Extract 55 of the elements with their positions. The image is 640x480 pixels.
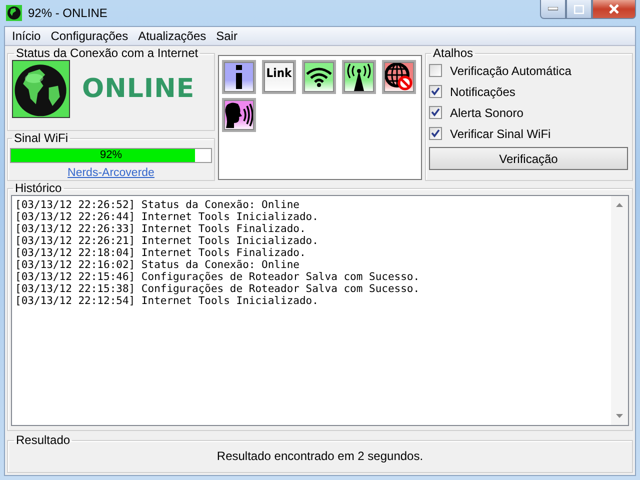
scroll-down-icon <box>616 414 623 418</box>
wifi-icon <box>306 67 332 87</box>
scroll-up-icon <box>616 203 623 207</box>
checkbox[interactable] <box>429 106 442 119</box>
tool-button[interactable] <box>222 98 256 132</box>
menu-item[interactable]: Sair <box>211 29 242 43</box>
checkbox-label: Verificação Automática <box>450 64 572 78</box>
menu-item[interactable]: Atualizações <box>133 29 212 43</box>
result-text: Resultado encontrado em 2 segundos. <box>216 449 424 463</box>
maximize-button[interactable] <box>566 0 592 19</box>
group-title: Atalhos <box>432 46 474 60</box>
globe-icon <box>12 60 70 118</box>
minimize-button[interactable] <box>540 0 566 19</box>
log-line: [03/13/12 22:15:38] Configurações de Roteador Salva com Sucesso. <box>15 283 421 295</box>
close-icon <box>608 4 620 14</box>
speaking-head-icon <box>224 101 254 129</box>
log-line: [03/13/12 22:18:04] Internet Tools Finalizado. <box>15 247 307 259</box>
tool-button[interactable]: Link <box>262 60 296 94</box>
close-button[interactable] <box>592 0 636 19</box>
log-line: [03/13/12 22:26:33] Internet Tools Finalizado. <box>15 223 307 235</box>
group-title: Status da Conexão com a Internet <box>15 46 200 60</box>
checkbox[interactable] <box>429 127 442 140</box>
menu-item[interactable]: Início <box>7 29 46 43</box>
connection-status: ONLINE <box>82 74 195 104</box>
tool-button[interactable] <box>382 60 416 94</box>
signal-percentage: 92% <box>98 149 124 162</box>
network-link[interactable]: Nerds-Arcoverde <box>10 167 212 179</box>
link-label: Link <box>266 66 292 80</box>
tool-button[interactable] <box>222 60 256 94</box>
group-title: Sinal WiFi <box>13 131 70 145</box>
group-title: Histórico <box>14 181 63 195</box>
log-line: [03/13/12 22:16:02] Status da Conexão: Online <box>15 259 300 271</box>
info-icon <box>234 65 244 89</box>
checkbox-label: Alerta Sonoro <box>450 106 524 120</box>
tool-button[interactable] <box>302 60 336 94</box>
globe-icon <box>6 5 22 21</box>
checkbox[interactable] <box>429 85 442 98</box>
minimize-icon <box>548 7 558 11</box>
blocked-globe-icon <box>385 63 413 91</box>
log-line: [03/13/12 22:12:54] Internet Tools Inicializado. <box>15 295 320 307</box>
menu-item[interactable]: Configurações <box>46 29 134 43</box>
scrollbar[interactable] <box>611 196 628 425</box>
log-line: [03/13/12 22:26:21] Internet Tools Inicializado. <box>15 235 320 247</box>
checkbox-label: Verificar Sinal WiFi <box>450 126 551 140</box>
verify-button[interactable]: Verificação <box>429 147 628 170</box>
log-line: [03/13/12 22:26:44] Internet Tools Inicializado. <box>15 211 320 223</box>
checkbox-label: Notificações <box>450 84 516 98</box>
checkbox[interactable] <box>429 64 442 77</box>
antenna-icon <box>345 63 373 91</box>
window-title: 92% - ONLINE <box>28 6 108 20</box>
maximize-icon <box>574 4 584 14</box>
log-line: [03/13/12 22:26:52] Status da Conexão: Online <box>15 199 300 211</box>
log-line: [03/13/12 22:15:46] Configurações de Roteador Salva com Sucesso. <box>15 271 421 283</box>
group-title: Resultado <box>15 433 72 447</box>
tool-button[interactable] <box>342 60 376 94</box>
